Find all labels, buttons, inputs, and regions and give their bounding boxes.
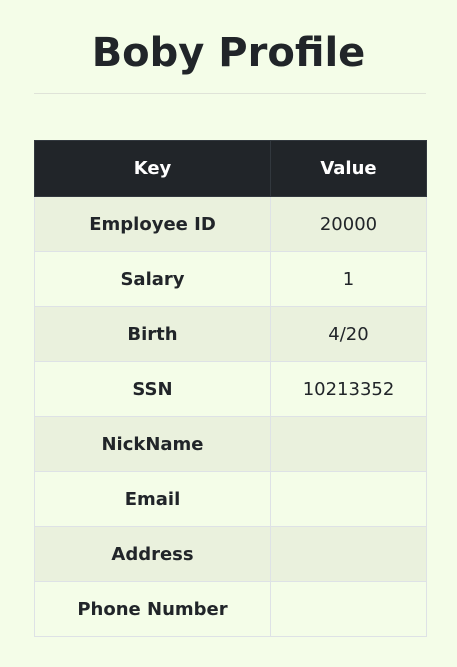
- row-value: 1: [270, 251, 427, 307]
- table-row: SSN 10213352: [34, 361, 427, 417]
- table-header-row: Key Value: [34, 140, 427, 197]
- table-row: Employee ID 20000: [34, 196, 427, 252]
- table-row: NickName: [34, 416, 427, 472]
- row-key: Address: [34, 526, 271, 582]
- table-row: Salary 1: [34, 251, 427, 307]
- row-key: Birth: [34, 306, 271, 362]
- row-value: 10213352: [270, 361, 427, 417]
- row-key: Email: [34, 471, 271, 527]
- row-key: Salary: [34, 251, 271, 307]
- profile-table: Key Value Employee ID 20000 Salary 1 Bir…: [34, 140, 427, 637]
- header-key: Key: [34, 140, 271, 197]
- row-key: SSN: [34, 361, 271, 417]
- page-title: Boby Profile: [91, 30, 366, 76]
- row-value: [270, 526, 427, 582]
- row-value: 20000: [270, 196, 427, 252]
- row-key: NickName: [34, 416, 271, 472]
- table-row: Address: [34, 526, 427, 582]
- row-key: Employee ID: [34, 196, 271, 252]
- row-value: [270, 416, 427, 472]
- row-value: 4/20: [270, 306, 427, 362]
- table-row: Email: [34, 471, 427, 527]
- table-row: Birth 4/20: [34, 306, 427, 362]
- row-key: Phone Number: [34, 581, 271, 637]
- row-value: [270, 471, 427, 527]
- table-header: Key Value: [34, 140, 427, 197]
- header-value: Value: [270, 140, 427, 197]
- title-divider: [34, 93, 426, 94]
- row-value: [270, 581, 427, 637]
- table-body: Employee ID 20000 Salary 1 Birth 4/20 SS…: [34, 196, 427, 637]
- table-row: Phone Number: [34, 581, 427, 637]
